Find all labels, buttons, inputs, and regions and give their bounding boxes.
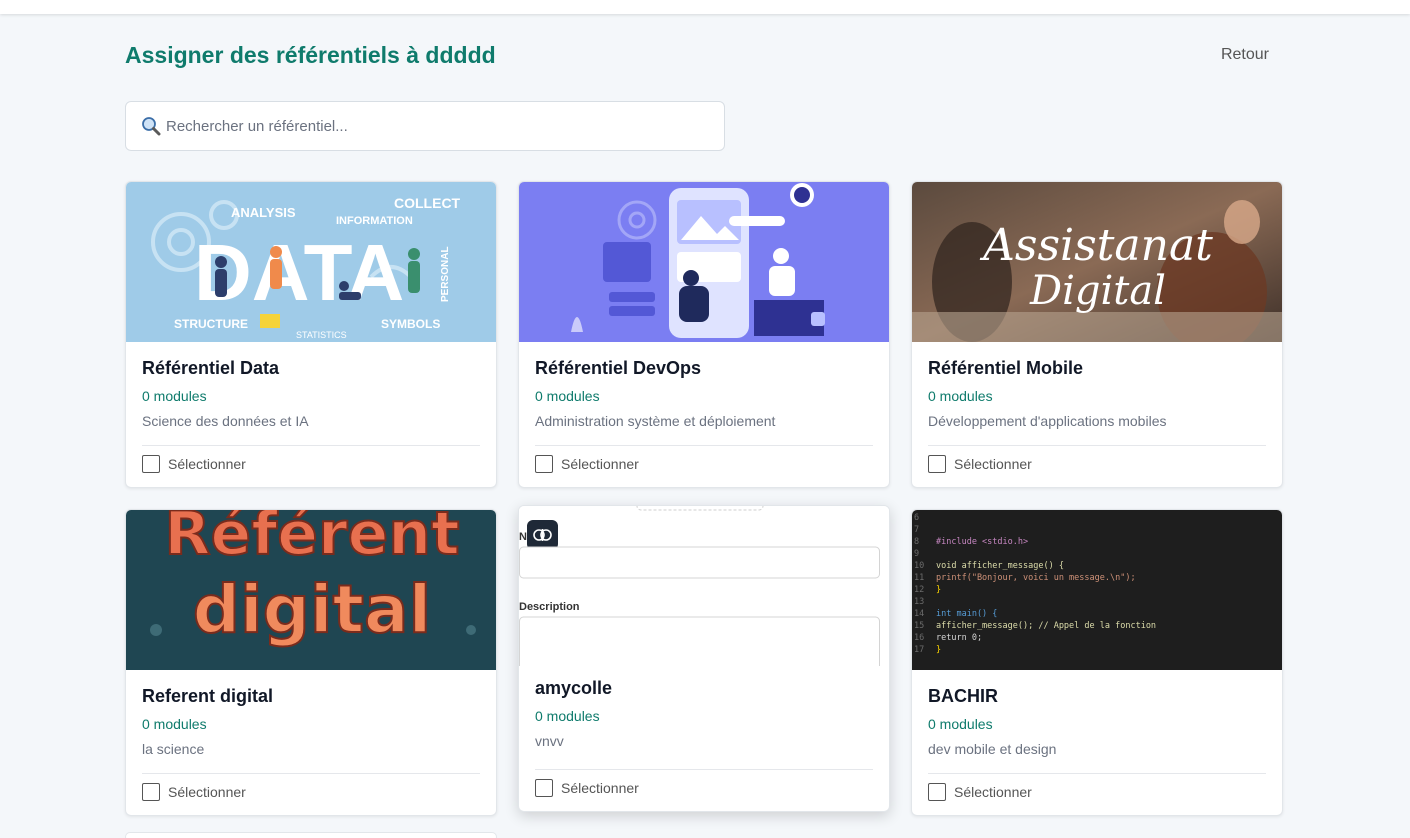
card-body: BACHIR 0 modules dev mobile et design [928,686,1266,757]
search-icon [140,115,162,137]
card-footer: Sélectionner [535,769,873,797]
card-footer: Sélectionner [928,445,1266,473]
mobile-image-text: Digital [1029,268,1166,314]
card-description: Science des données et IA [142,413,309,429]
svg-text:11: 11 [914,573,924,583]
data-image-text: SYMBOLS [381,317,440,331]
code-line: int main() { [936,609,997,619]
module-count: 0 modules [928,388,993,404]
svg-text:9: 9 [914,549,919,559]
code-line: return 0; [936,633,982,643]
svg-text:7: 7 [914,525,919,535]
data-image-text: STATISTICS [296,330,347,340]
select-label: Sélectionner [954,784,1032,800]
referentiel-card[interactable]: Référent digital Referent digital 0 modu… [125,509,497,816]
card-footer: Sélectionner [142,445,480,473]
mobile-image-text: Assistanat [979,220,1213,271]
card-description: Développement d'applications mobiles [928,413,1167,429]
card-title: BACHIR [928,686,998,706]
svg-text:8: 8 [914,537,919,547]
select-checkbox[interactable] [142,455,160,473]
card-title: Référentiel DevOps [535,358,702,378]
select-checkbox[interactable] [928,783,946,801]
data-image-text: STRUCTURE [174,317,248,331]
card-footer: Sélectionner [535,445,873,473]
code-line: #include <stdio.h> [936,537,1028,547]
code-line: } [936,585,941,595]
card-body: Referent digital 0 modules la science [142,686,480,757]
referent-image-text: digital [193,571,431,648]
referentiel-card[interactable]: ANALYSIS COLLECT INFORMATION DATA STRUCT… [125,181,497,488]
back-button[interactable]: Retour [1221,46,1269,64]
data-image-text: INFORMATION [336,215,413,227]
module-count: 0 modules [142,388,207,404]
svg-text:17: 17 [914,645,924,655]
select-label: Sélectionner [168,784,246,800]
module-count: 0 modules [535,708,600,724]
svg-text:15: 15 [914,621,924,631]
referentiel-card[interactable]: Référentiel DevOps 0 modules Administrat… [518,181,890,488]
card-image-referent-digital: Référent digital [126,510,496,670]
data-image-text: PERSONAL [440,246,451,302]
card-image-form-screenshot: N Description [519,506,889,666]
svg-text:14: 14 [914,609,924,619]
form-image-text: N [519,531,527,543]
select-checkbox[interactable] [535,455,553,473]
select-label: Sélectionner [168,456,246,472]
select-checkbox[interactable] [535,779,553,797]
select-label: Sélectionner [561,780,639,796]
code-line: void afficher_message() { [936,561,1064,571]
card-description: la science [142,741,205,757]
code-line: } [936,645,941,655]
referent-image-text: Référent [164,510,459,569]
top-bar [0,0,1410,14]
card-footer: Sélectionner [142,773,480,801]
module-count: 0 modules [142,716,207,732]
module-count: 0 modules [928,716,993,732]
select-checkbox[interactable] [928,455,946,473]
search-box[interactable] [125,101,725,151]
card-description: dev mobile et design [928,741,1057,757]
card-title: amycolle [535,678,613,698]
page-header: Assigner des référentiels à ddddd Retour [125,38,1285,72]
card-body: Référentiel DevOps 0 modules Administrat… [535,358,873,429]
card-image-data: ANALYSIS COLLECT INFORMATION DATA STRUCT… [126,182,496,342]
card-body: Référentiel Mobile 0 modules Développeme… [928,358,1266,429]
svg-text:13: 13 [914,597,924,607]
card-body: amycolle 0 modules vnvv [535,678,873,749]
select-label: Sélectionner [954,456,1032,472]
svg-text:12: 12 [914,585,924,595]
select-label: Sélectionner [561,456,639,472]
code-line: printf("Bonjour, voici un message.\n"); [936,573,1136,583]
data-image-text: COLLECT [394,195,461,211]
card-image-devops [519,182,889,342]
svg-text:10: 10 [914,561,924,571]
select-checkbox[interactable] [142,783,160,801]
next-card-edge [125,832,497,838]
referentiel-card[interactable]: 6 7 8 9 10 11 12 13 14 15 16 17 #include <stdio.… [911,509,1283,816]
data-image-text: ANALYSIS [231,205,296,220]
card-image-code: 6 7 8 9 10 11 12 13 14 15 16 17 #include <stdio.… [912,510,1282,670]
card-title: Referent digital [142,686,274,706]
svg-text:6: 6 [914,513,919,523]
card-footer: Sélectionner [928,773,1266,801]
referentiel-card[interactable]: Assistanat Digital Référentiel Mobile 0 … [911,181,1283,488]
form-image-text: Description [519,601,580,613]
card-title: Référentiel Mobile [928,358,1084,378]
module-count: 0 modules [535,388,600,404]
card-image-mobile: Assistanat Digital [912,182,1282,342]
search-input[interactable] [166,117,686,135]
card-description: Administration système et déploiement [535,413,776,429]
card-title: Référentiel Data [142,358,280,378]
code-line: afficher_message(); // Appel de la fonct… [936,621,1156,631]
card-description: vnvv [535,733,564,749]
svg-text:16: 16 [914,633,924,643]
referentiel-card[interactable]: N Description amycolle 0 modules vnvv Sé… [518,505,890,812]
page-title: Assigner des référentiels à ddddd [125,41,496,68]
card-body: Référentiel Data 0 modules Science des d… [142,358,480,429]
